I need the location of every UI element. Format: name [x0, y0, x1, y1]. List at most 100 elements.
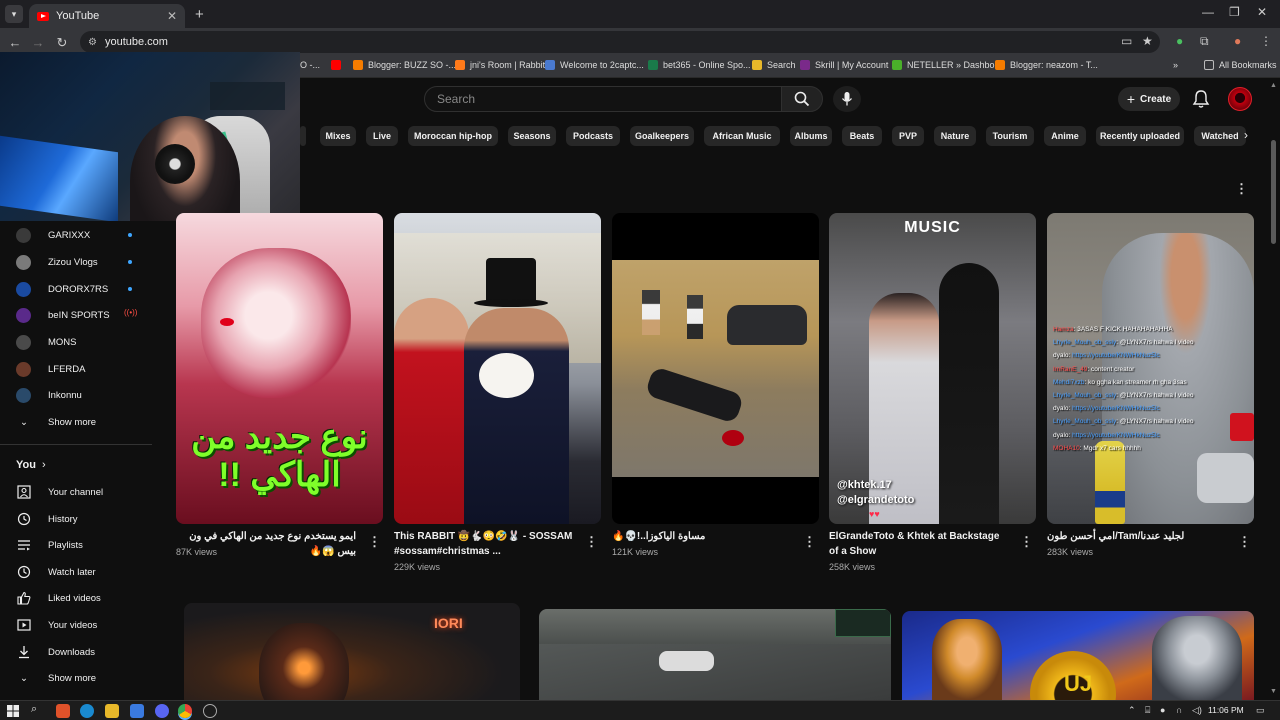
- mic-tray-icon[interactable]: ●: [1160, 705, 1165, 715]
- bookmark-item[interactable]: Search: [752, 60, 796, 70]
- voice-search-button[interactable]: [833, 86, 861, 112]
- bookmark-item[interactable]: O -...: [300, 60, 320, 70]
- shorts-shelf-menu-icon[interactable]: ⋮: [1235, 181, 1248, 197]
- short-menu-icon[interactable]: ⋮: [803, 534, 816, 550]
- chip[interactable]: Live: [366, 126, 398, 146]
- cast-icon[interactable]: ▭: [1121, 34, 1132, 48]
- chip[interactable]: Beats: [842, 126, 882, 146]
- subscription-item[interactable]: LFERDA: [16, 361, 146, 377]
- sidebar-item-your-videos[interactable]: Your videos: [16, 617, 156, 633]
- more-bookmarks-icon[interactable]: »: [1173, 60, 1178, 70]
- windows-start-icon[interactable]: [7, 705, 19, 717]
- video-thumbnail[interactable]: IORI: [184, 603, 520, 703]
- chip[interactable]: Watched: [1194, 126, 1246, 146]
- account-avatar[interactable]: [1228, 87, 1252, 111]
- short-title[interactable]: This RABBIT 🤠🐇😳🤣🐰 - SOSSAM #sossam#chris…: [394, 529, 574, 559]
- sidebar-item-playlists[interactable]: Playlists: [16, 537, 156, 553]
- bookmark-item[interactable]: Welcome to 2captc...: [545, 60, 644, 70]
- omnibox[interactable]: ⚙ youtube.com: [80, 31, 1160, 53]
- subscription-item[interactable]: beIN SPORTS ((•)): [16, 307, 146, 323]
- chip[interactable]: Anime: [1044, 126, 1086, 146]
- reload-icon[interactable]: ↻: [50, 35, 74, 51]
- minimize-icon[interactable]: —: [1202, 5, 1214, 19]
- short-thumbnail[interactable]: [612, 213, 819, 524]
- subscription-item[interactable]: Inkonnu: [16, 387, 146, 403]
- bookmark-item[interactable]: NETELLER » Dashbo...: [892, 60, 1002, 70]
- chip[interactable]: Recently uploaded: [1096, 126, 1184, 146]
- tray-expand-icon[interactable]: ⌃: [1128, 705, 1136, 716]
- bookmark-item[interactable]: Blogger: BUZZ SO -...: [353, 60, 456, 70]
- network-icon[interactable]: ⌸: [1145, 705, 1150, 716]
- obs-icon[interactable]: [203, 704, 217, 718]
- short-thumbnail[interactable]: MUSIC @khtek.17 @elgrandetoto ♥♥: [829, 213, 1036, 524]
- short-menu-icon[interactable]: ⋮: [1020, 534, 1033, 550]
- discord-icon[interactable]: [155, 704, 169, 718]
- sidebar-item-watch-later[interactable]: Watch later: [16, 564, 156, 580]
- notifications-bell-icon[interactable]: [1192, 89, 1210, 109]
- subscriptions-show-more[interactable]: ⌄ Show more: [16, 414, 156, 430]
- short-thumbnail[interactable]: Hamza: 3ASAS F KICK HAHAHAHAHHA Lhyrle_M…: [1047, 213, 1254, 524]
- chip[interactable]: Moroccan hip-hop: [408, 126, 498, 146]
- bookmark-star-icon[interactable]: ★: [1142, 34, 1153, 48]
- bookmark-item[interactable]: Skrill | My Account: [800, 60, 888, 70]
- video-thumbnail[interactable]: UJ: [902, 611, 1254, 700]
- chip[interactable]: Mixes: [320, 126, 356, 146]
- sidebar-item-show-more[interactable]: ⌄ Show more: [16, 670, 156, 686]
- restore-icon[interactable]: ❐: [1229, 5, 1240, 19]
- chip[interactable]: Tourism: [986, 126, 1034, 146]
- close-window-icon[interactable]: ✕: [1257, 5, 1267, 19]
- bookmark-item[interactable]: jni's Room | Rabbit: [455, 60, 545, 70]
- short-menu-icon[interactable]: ⋮: [585, 534, 598, 550]
- taskbar-clock[interactable]: 11:06 PM: [1208, 705, 1244, 715]
- you-section-heading[interactable]: You ›: [16, 459, 46, 471]
- all-bookmarks[interactable]: All Bookmarks: [1204, 60, 1277, 70]
- scroll-down-icon[interactable]: ▼: [1270, 688, 1277, 695]
- close-tab-icon[interactable]: ✕: [167, 9, 177, 23]
- page-scrollbar[interactable]: [1271, 140, 1276, 244]
- scroll-up-icon[interactable]: ▲: [1270, 82, 1277, 89]
- bookmark-item[interactable]: [331, 60, 346, 70]
- chevron-right-icon[interactable]: ›: [1244, 128, 1248, 142]
- chip[interactable]: Podcasts: [566, 126, 620, 146]
- create-button[interactable]: + Create: [1118, 87, 1180, 111]
- short-title[interactable]: ElGrandeToto & Khtek at Backstage of a S…: [829, 529, 1009, 559]
- short-title[interactable]: لجليد عندنا/Tam/امي أحسن طون: [1047, 529, 1227, 544]
- sidebar-item-your-channel[interactable]: Your channel: [16, 484, 156, 500]
- back-icon[interactable]: ←: [3, 35, 27, 50]
- browser-menu-icon[interactable]: ⋮: [1260, 34, 1272, 48]
- subscription-item[interactable]: MONS: [16, 334, 146, 350]
- sidebar-item-history[interactable]: History: [16, 511, 156, 527]
- video-thumbnail[interactable]: [539, 609, 891, 700]
- chip-partial[interactable]: [300, 126, 306, 146]
- search-input[interactable]: Search: [424, 86, 782, 112]
- browser-tab-youtube[interactable]: YouTube ✕: [29, 4, 185, 28]
- short-title[interactable]: مساوة الياكوزا..!💀🔥: [612, 529, 792, 544]
- subscription-item[interactable]: GARIXXX: [16, 227, 146, 243]
- store-icon[interactable]: [130, 704, 144, 718]
- new-tab-icon[interactable]: +: [195, 6, 204, 23]
- volume-icon[interactable]: ◁): [1192, 705, 1202, 716]
- chrome-icon[interactable]: [178, 704, 192, 718]
- bookmark-item[interactable]: bet365 - Online Spo...: [648, 60, 751, 70]
- chip[interactable]: Goalkeepers: [630, 126, 694, 146]
- bookmark-item[interactable]: Blogger: neazom - T...: [995, 60, 1098, 70]
- search-button[interactable]: [781, 86, 823, 112]
- sidebar-item-liked-videos[interactable]: Liked videos: [16, 590, 156, 606]
- short-thumbnail[interactable]: [394, 213, 601, 524]
- extensions-puzzle-icon[interactable]: ⧉: [1200, 34, 1209, 49]
- site-info-icon[interactable]: ⚙: [88, 37, 97, 48]
- short-thumbnail[interactable]: نوع جديد من الهاكي !!: [176, 213, 383, 524]
- profile-icon[interactable]: ●: [1234, 34, 1241, 48]
- headphones-icon[interactable]: ∩: [1176, 705, 1182, 715]
- chip[interactable]: Seasons: [508, 126, 556, 146]
- app-icon[interactable]: [56, 704, 70, 718]
- short-menu-icon[interactable]: ⋮: [1238, 534, 1251, 550]
- search-icon[interactable]: ⌕: [31, 703, 37, 716]
- extension-icon[interactable]: ●: [1176, 34, 1183, 48]
- tab-search-button[interactable]: ▾: [5, 5, 23, 23]
- forward-icon[interactable]: →: [26, 35, 50, 50]
- chip[interactable]: Nature: [934, 126, 976, 146]
- file-explorer-icon[interactable]: [105, 704, 119, 718]
- short-menu-icon[interactable]: ⋮: [368, 534, 381, 550]
- edge-icon[interactable]: [80, 704, 94, 718]
